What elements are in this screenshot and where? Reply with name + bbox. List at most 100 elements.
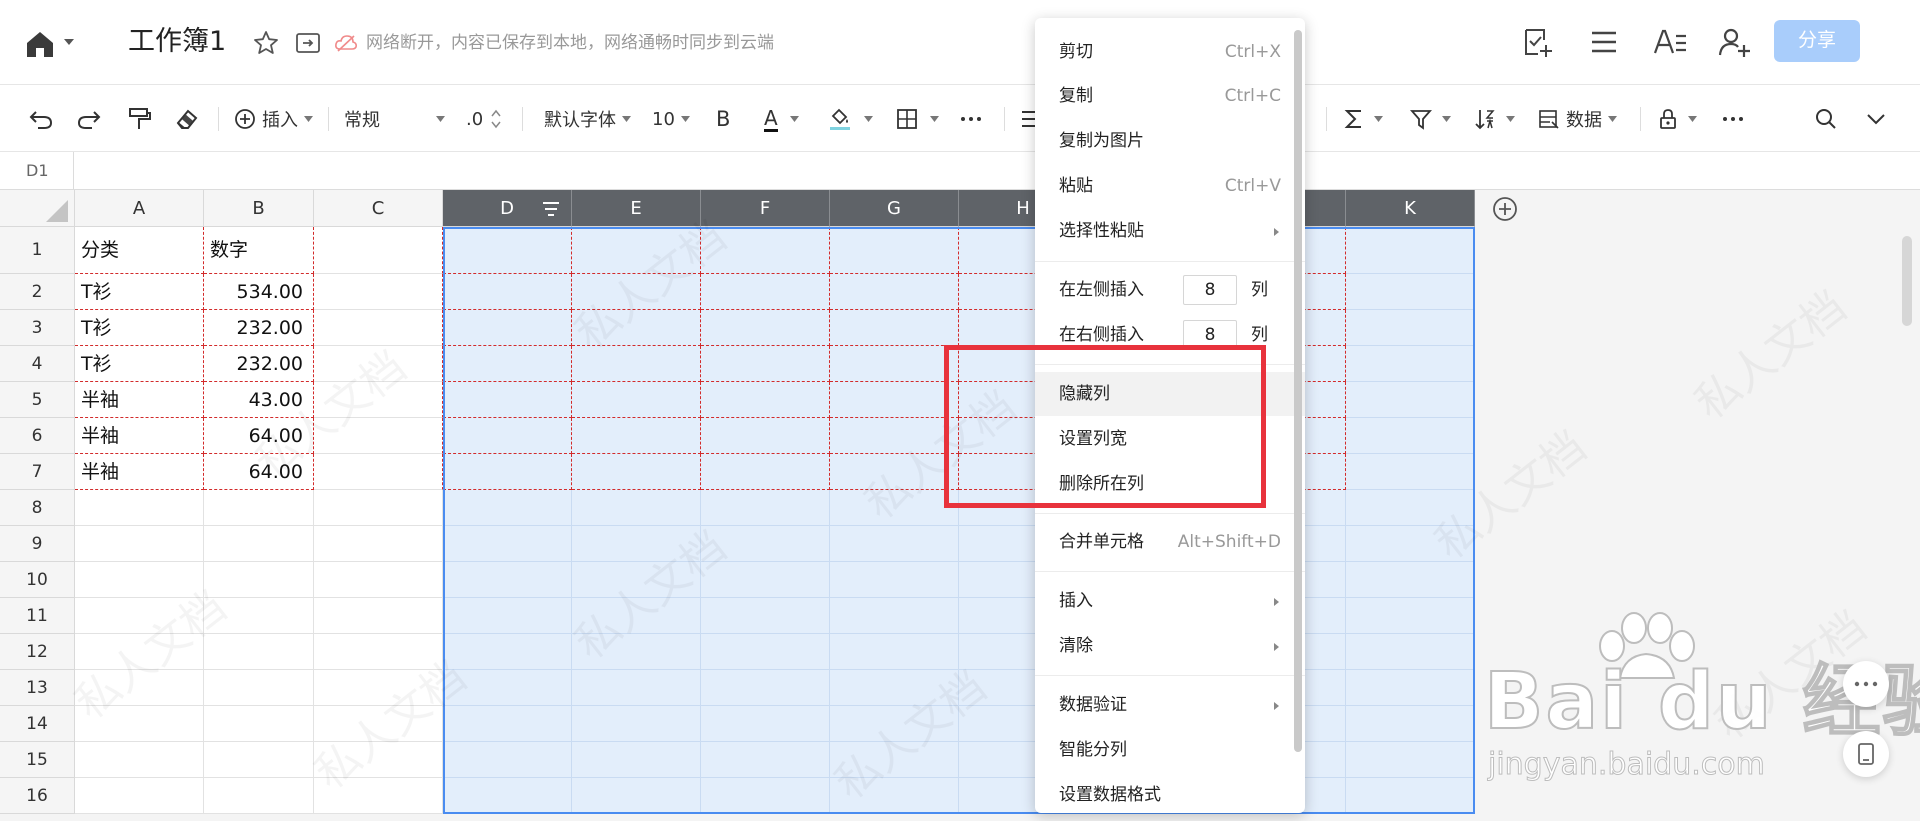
cell[interactable]: [75, 490, 204, 526]
menu-item-smart-split[interactable]: 智能分列: [1035, 728, 1305, 772]
menu-icon[interactable]: [1586, 24, 1622, 60]
cell[interactable]: [314, 742, 443, 778]
redo-button[interactable]: [76, 105, 102, 133]
cell[interactable]: [443, 227, 572, 274]
menu-item-hide-column[interactable]: 隐藏列: [1035, 372, 1305, 416]
cell[interactable]: [830, 346, 959, 382]
cell[interactable]: [443, 562, 572, 598]
cell[interactable]: [75, 742, 204, 778]
row-header[interactable]: 6: [0, 418, 75, 454]
add-column-icon[interactable]: [1491, 195, 1519, 223]
cell[interactable]: 64.00: [204, 418, 314, 454]
row-header[interactable]: 10: [0, 562, 75, 598]
cell[interactable]: [701, 634, 830, 670]
borders-dropdown[interactable]: [896, 105, 939, 133]
cell[interactable]: [204, 562, 314, 598]
cell[interactable]: [572, 742, 701, 778]
column-header[interactable]: E: [572, 190, 701, 227]
cell[interactable]: [572, 670, 701, 706]
cell[interactable]: [701, 418, 830, 454]
cell[interactable]: [443, 274, 572, 310]
menu-item-paste-special[interactable]: 选择性粘贴: [1035, 209, 1305, 253]
menu-item-insert-left[interactable]: 在左侧插入 8 列: [1035, 268, 1305, 312]
vertical-scrollbar[interactable]: [1902, 236, 1912, 326]
cell[interactable]: 半袖: [75, 382, 204, 418]
row-header[interactable]: 16: [0, 778, 75, 814]
cell[interactable]: [701, 526, 830, 562]
cell[interactable]: [701, 274, 830, 310]
cell[interactable]: [830, 490, 959, 526]
cell[interactable]: [701, 778, 830, 814]
name-box[interactable]: D1: [0, 152, 74, 189]
cell[interactable]: [572, 274, 701, 310]
cell[interactable]: [1346, 706, 1475, 742]
cell[interactable]: [1346, 454, 1475, 490]
row-header[interactable]: 1: [0, 227, 75, 274]
cell[interactable]: [830, 526, 959, 562]
more-button[interactable]: [1722, 105, 1744, 133]
cell[interactable]: [830, 742, 959, 778]
cell[interactable]: [701, 598, 830, 634]
row-header[interactable]: 5: [0, 382, 75, 418]
row-header[interactable]: 2: [0, 274, 75, 310]
cell[interactable]: [314, 526, 443, 562]
cell[interactable]: [701, 670, 830, 706]
cell[interactable]: [572, 346, 701, 382]
column-menu-icon[interactable]: [540, 198, 562, 220]
cell[interactable]: 半袖: [75, 418, 204, 454]
menu-item-cut[interactable]: 剪切 Ctrl+X: [1035, 30, 1305, 74]
collapse-toolbar-button[interactable]: [1866, 105, 1886, 133]
cell[interactable]: [75, 634, 204, 670]
cell[interactable]: [204, 778, 314, 814]
sum-dropdown[interactable]: [1344, 105, 1383, 133]
cell[interactable]: [314, 634, 443, 670]
cell[interactable]: [830, 670, 959, 706]
cell[interactable]: [443, 598, 572, 634]
column-header[interactable]: K: [1346, 190, 1475, 227]
cell[interactable]: [1346, 418, 1475, 454]
task-check-icon[interactable]: [1520, 24, 1556, 60]
cell[interactable]: [830, 418, 959, 454]
cell[interactable]: [75, 562, 204, 598]
more-button[interactable]: [960, 105, 982, 133]
row-header[interactable]: 9: [0, 526, 75, 562]
menu-item-delete-column[interactable]: 删除所在列: [1035, 462, 1305, 506]
cell[interactable]: [572, 634, 701, 670]
cell[interactable]: [314, 778, 443, 814]
menu-item-paste[interactable]: 粘贴 Ctrl+V: [1035, 164, 1305, 208]
cell[interactable]: [572, 454, 701, 490]
cell[interactable]: [572, 382, 701, 418]
row-header[interactable]: 14: [0, 706, 75, 742]
cell[interactable]: [830, 382, 959, 418]
lock-dropdown[interactable]: [1658, 105, 1697, 133]
filter-dropdown[interactable]: [1410, 105, 1451, 133]
cell[interactable]: [830, 310, 959, 346]
mobile-view-button[interactable]: [1843, 731, 1889, 777]
cell[interactable]: [443, 418, 572, 454]
cell[interactable]: [701, 346, 830, 382]
font-color-dropdown[interactable]: A: [764, 105, 799, 133]
cell[interactable]: [830, 227, 959, 274]
cell[interactable]: [1346, 634, 1475, 670]
row-header[interactable]: 12: [0, 634, 75, 670]
font-size-dropdown[interactable]: 10: [652, 105, 690, 133]
search-button[interactable]: [1814, 105, 1838, 133]
cell[interactable]: 43.00: [204, 382, 314, 418]
column-header[interactable]: B: [204, 190, 314, 227]
add-collaborator-icon[interactable]: [1716, 24, 1752, 60]
cell[interactable]: [572, 418, 701, 454]
cell[interactable]: [572, 562, 701, 598]
cell[interactable]: [314, 382, 443, 418]
cell[interactable]: [572, 310, 701, 346]
cell[interactable]: [572, 227, 701, 274]
number-format-dropdown[interactable]: 常规: [344, 105, 445, 133]
cell[interactable]: [204, 634, 314, 670]
cell[interactable]: [1346, 526, 1475, 562]
decimal-places-stepper[interactable]: .0: [466, 105, 501, 133]
cell[interactable]: [1346, 778, 1475, 814]
cell[interactable]: [701, 310, 830, 346]
column-header[interactable]: A: [75, 190, 204, 227]
column-header[interactable]: F: [701, 190, 830, 227]
chevron-down-icon[interactable]: [64, 38, 74, 46]
cell[interactable]: [701, 742, 830, 778]
